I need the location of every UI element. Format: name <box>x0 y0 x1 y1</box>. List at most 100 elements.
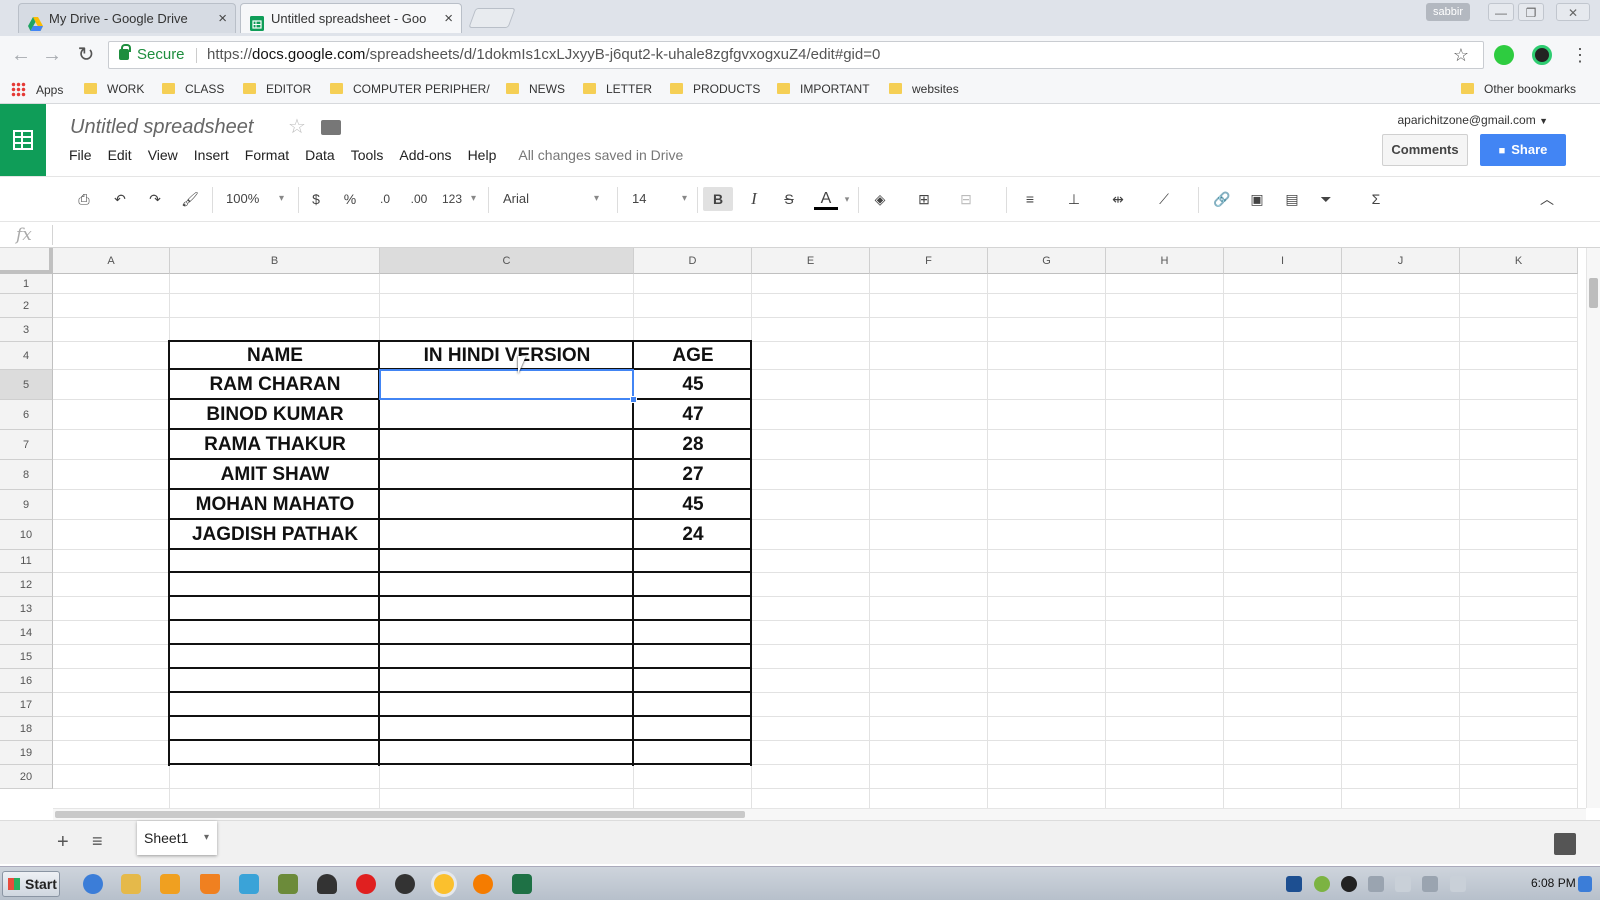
text-rotation-icon[interactable]: ⟋ <box>1152 187 1176 211</box>
row-header-3[interactable]: 3 <box>0 318 53 342</box>
tray-icon[interactable] <box>1286 876 1302 892</box>
column-header-b[interactable]: B <box>170 248 380 274</box>
star-icon[interactable]: ☆ <box>288 114 306 139</box>
flag-icon[interactable] <box>1395 876 1411 892</box>
more-formats-select[interactable]: 123 <box>442 187 476 211</box>
row-header-5[interactable]: 5 <box>0 370 53 400</box>
menu-data[interactable]: Data <box>305 147 335 163</box>
column-header-g[interactable]: G <box>988 248 1106 274</box>
menu-help[interactable]: Help <box>468 147 497 163</box>
table-header-cell[interactable]: IN HINDI VERSION <box>380 342 634 370</box>
close-window-button[interactable]: ✕ <box>1556 3 1590 21</box>
bookmark-other[interactable]: Other bookmarks <box>1461 82 1576 96</box>
row-header-9[interactable]: 9 <box>0 490 53 520</box>
currency-format-button[interactable]: $ <box>306 187 326 211</box>
vertical-align-icon[interactable]: ⊥ <box>1062 187 1086 211</box>
spreadsheet-grid[interactable]: ABCDEFGHIJK 1 2 3 4 5 6 7 8 9 10 11 12 13 14 15 16 17 18 1… <box>0 248 1588 808</box>
chrome-icon[interactable] <box>434 874 454 894</box>
url-input[interactable]: Secure https://docs.google.com/spreadshe… <box>108 41 1484 69</box>
firefox-icon[interactable] <box>473 874 493 894</box>
table-cell[interactable] <box>380 490 634 520</box>
menu-file[interactable]: File <box>69 147 92 163</box>
bookmark-apps[interactable]: Apps <box>11 82 63 97</box>
table-cell[interactable]: BINOD KUMAR <box>170 400 380 430</box>
table-cell[interactable]: MOHAN MAHATO <box>170 490 380 520</box>
column-header-k[interactable]: K <box>1460 248 1578 274</box>
explore-icon[interactable] <box>1554 833 1576 855</box>
row-header-4[interactable]: 4 <box>0 342 53 370</box>
start-button[interactable]: Start <box>2 871 60 897</box>
comments-button[interactable]: Comments <box>1382 134 1468 166</box>
all-sheets-button[interactable]: ≡ <box>92 831 103 852</box>
bookmark-important[interactable]: IMPORTANT <box>777 82 870 96</box>
row-header-11[interactable]: 11 <box>0 550 53 573</box>
bookmark-computer-peripherals[interactable]: COMPUTER PERIPHER/ <box>330 82 490 96</box>
table-cell[interactable]: 47 <box>634 400 752 430</box>
select-all-corner[interactable] <box>0 248 53 274</box>
column-header-j[interactable]: J <box>1342 248 1460 274</box>
row-header-1[interactable]: 1 <box>0 274 53 294</box>
row-header-20[interactable]: 20 <box>0 765 53 789</box>
bookmark-editor[interactable]: EDITOR <box>243 82 311 96</box>
row-header-12[interactable]: 12 <box>0 573 53 597</box>
borders-icon[interactable]: ⊞ <box>912 187 936 211</box>
browser-tab-my-drive[interactable]: My Drive - Google Drive × <box>18 3 236 33</box>
row-header-15[interactable]: 15 <box>0 645 53 669</box>
headphones-icon[interactable] <box>317 874 337 894</box>
font-family-select[interactable]: Arial <box>503 187 599 211</box>
strikethrough-button[interactable]: S <box>777 187 801 211</box>
table-header-cell[interactable]: AGE <box>634 342 752 370</box>
ie-icon[interactable] <box>83 874 103 894</box>
bookmark-class[interactable]: CLASS <box>162 82 224 96</box>
column-header-f[interactable]: F <box>870 248 988 274</box>
sheets-home-logo[interactable] <box>0 104 46 176</box>
paint-format-icon[interactable]: 🖌 <box>178 187 202 211</box>
folder-move-icon[interactable] <box>321 120 341 135</box>
reload-icon[interactable]: ↻ <box>74 44 98 66</box>
text-wrap-icon[interactable]: ⇹ <box>1106 187 1130 211</box>
app-icon[interactable] <box>239 874 259 894</box>
column-header-a[interactable]: A <box>53 248 170 274</box>
back-icon[interactable]: ← <box>9 44 33 66</box>
app-icon[interactable] <box>278 874 298 894</box>
bookmark-star-icon[interactable]: ☆ <box>1453 42 1469 68</box>
chevron-down-icon[interactable]: ▾ <box>842 187 852 211</box>
bookmark-websites[interactable]: websites <box>889 82 959 96</box>
restore-button[interactable]: ❐ <box>1518 3 1544 21</box>
column-header-d[interactable]: D <box>634 248 752 274</box>
forward-icon[interactable]: → <box>40 44 64 66</box>
row-header-6[interactable]: 6 <box>0 400 53 430</box>
undo-icon[interactable]: ↶ <box>108 187 132 211</box>
formula-input[interactable] <box>56 222 1600 247</box>
tray-icon[interactable] <box>1368 876 1384 892</box>
excel-icon[interactable] <box>512 874 532 894</box>
column-header-e[interactable]: E <box>752 248 870 274</box>
zoom-select[interactable]: 100% <box>226 187 284 211</box>
column-header-i[interactable]: I <box>1224 248 1342 274</box>
menu-view[interactable]: View <box>148 147 178 163</box>
print-icon[interactable]: ⎙ <box>72 187 96 211</box>
table-cell[interactable] <box>380 400 634 430</box>
add-sheet-button[interactable]: + <box>57 831 69 854</box>
redo-icon[interactable]: ↷ <box>143 187 167 211</box>
table-cell[interactable] <box>380 460 634 490</box>
row-header-7[interactable]: 7 <box>0 430 53 460</box>
share-button[interactable]: ■ Share <box>1480 134 1566 166</box>
file-explorer-icon[interactable] <box>121 874 141 894</box>
app-icon[interactable] <box>395 874 415 894</box>
active-cell-selection[interactable] <box>379 369 634 400</box>
save-status[interactable]: All changes saved in Drive <box>518 147 683 163</box>
menu-edit[interactable]: Edit <box>108 147 132 163</box>
menu-format[interactable]: Format <box>245 147 289 163</box>
row-header-16[interactable]: 16 <box>0 669 53 693</box>
bookmark-products[interactable]: PRODUCTS <box>670 82 760 96</box>
collapse-chevron-up-icon[interactable]: ︿ <box>1535 187 1559 211</box>
increase-decimal-button[interactable]: .00 <box>406 187 432 211</box>
menu-insert[interactable]: Insert <box>194 147 229 163</box>
row-header-8[interactable]: 8 <box>0 460 53 490</box>
document-title[interactable]: Untitled spreadsheet <box>70 116 253 139</box>
italic-button[interactable]: I <box>742 187 766 211</box>
fill-handle[interactable] <box>630 396 637 403</box>
profile-button[interactable]: sabbir <box>1426 3 1470 21</box>
table-cell[interactable]: 27 <box>634 460 752 490</box>
